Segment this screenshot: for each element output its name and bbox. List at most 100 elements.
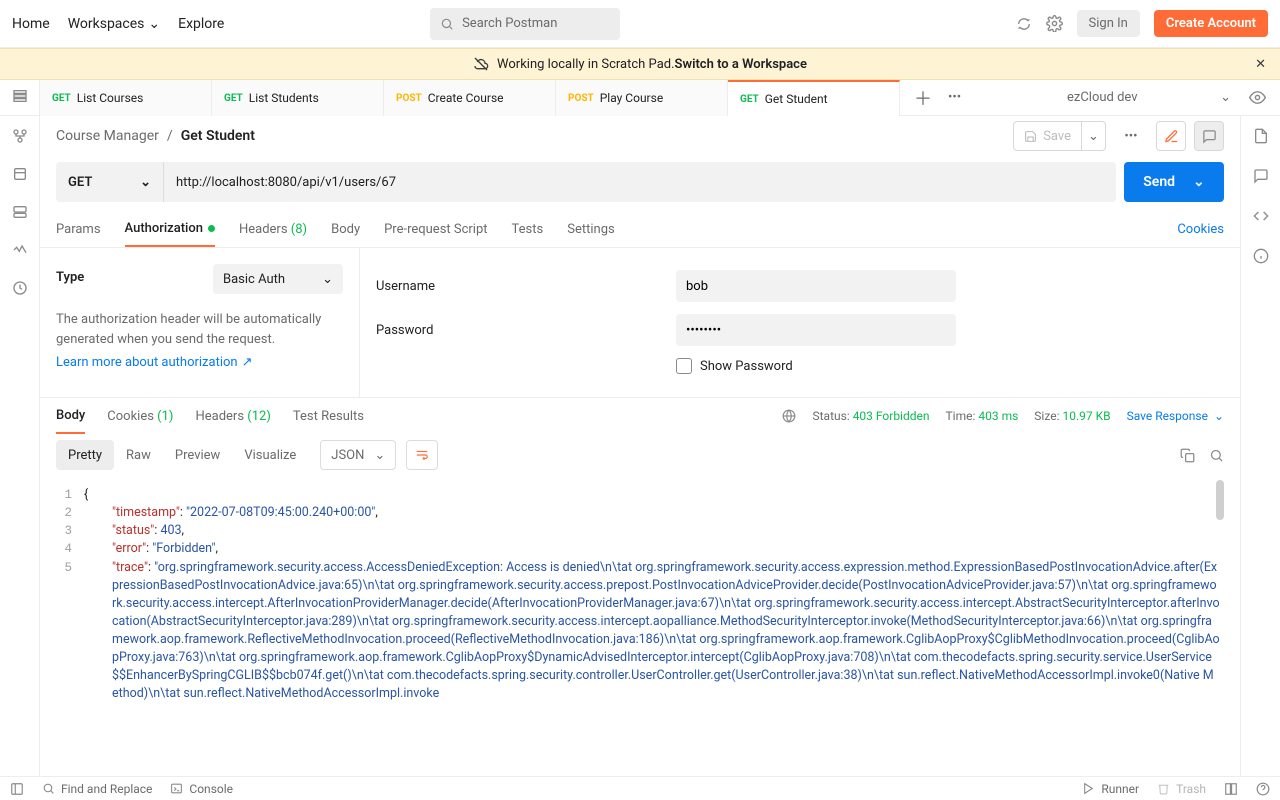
tab-request[interactable]: GETGet Student	[728, 80, 900, 116]
username-label: Username	[376, 279, 656, 294]
comments-icon[interactable]	[1253, 168, 1269, 184]
view-raw[interactable]: Raw	[114, 440, 163, 470]
collections-icon[interactable]	[0, 80, 40, 116]
auth-note: The authorization header will be automat…	[56, 294, 343, 349]
tab-request[interactable]: POSTPlay Course	[556, 80, 728, 116]
format-select[interactable]: JSON⌄	[320, 440, 396, 470]
status-dot	[208, 225, 215, 232]
url-input[interactable]: http://localhost:8080/api/v1/users/67	[164, 162, 1116, 202]
eye-icon[interactable]	[1249, 89, 1266, 106]
close-icon[interactable]: ✕	[1255, 57, 1266, 72]
chevron-down-icon: ⌄	[140, 175, 151, 190]
send-button[interactable]: Send ⌄	[1124, 162, 1224, 202]
tab-request[interactable]: GETList Courses	[40, 80, 212, 116]
tab-params[interactable]: Params	[56, 212, 101, 247]
view-visualize[interactable]: Visualize	[232, 440, 308, 470]
search-icon	[440, 17, 454, 31]
breadcrumb-collection[interactable]: Course Manager	[56, 128, 159, 144]
resp-tab-body[interactable]: Body	[56, 398, 85, 434]
wrap-lines-button[interactable]	[406, 440, 438, 470]
method-badge: POST	[396, 93, 422, 104]
nav-home[interactable]: Home	[12, 16, 50, 32]
tab-request[interactable]: GETList Students	[212, 80, 384, 116]
console-button[interactable]: Console	[170, 782, 233, 796]
documentation-icon[interactable]	[1253, 128, 1269, 144]
response-body-viewer[interactable]: 1 2 3 4 5 { "timestamp": "2022-07-08T09:…	[40, 476, 1240, 776]
password-input[interactable]	[676, 314, 956, 346]
password-label: Password	[376, 323, 656, 338]
view-preview[interactable]: Preview	[163, 440, 232, 470]
monitors-icon[interactable]	[12, 242, 28, 258]
globe-icon[interactable]	[782, 409, 796, 423]
help-icon[interactable]	[1256, 782, 1270, 796]
tab-settings[interactable]: Settings	[567, 212, 614, 247]
environment-name: ezCloud dev	[1067, 90, 1138, 105]
show-password-checkbox[interactable]	[676, 358, 692, 374]
banner-text: Working locally in Scratch Pad.	[497, 57, 674, 72]
search-response-icon[interactable]	[1209, 448, 1224, 463]
method-badge: GET	[224, 93, 243, 104]
request-tabs: GETList CoursesGETList StudentsPOSTCreat…	[0, 80, 1280, 116]
save-button[interactable]: Save	[1013, 121, 1082, 151]
tab-prerequest[interactable]: Pre-request Script	[384, 212, 487, 247]
resp-tab-test-results[interactable]: Test Results	[293, 398, 364, 434]
tab-headers[interactable]: Headers (8)	[239, 212, 307, 247]
scrollbar-thumb[interactable]	[1216, 480, 1224, 520]
mock-servers-icon[interactable]	[12, 204, 28, 220]
nav-workspaces[interactable]: Workspaces⌄	[68, 16, 160, 32]
copy-icon[interactable]	[1180, 448, 1195, 463]
create-account-button[interactable]: Create Account	[1154, 10, 1268, 37]
cloud-off-icon	[473, 56, 489, 72]
auth-type-label: Type	[56, 270, 84, 285]
sign-in-button[interactable]: Sign In	[1077, 10, 1140, 37]
tab-authorization[interactable]: Authorization	[125, 212, 215, 247]
more-options-icon[interactable]: •••	[1116, 129, 1146, 144]
method-select[interactable]: GET ⌄	[56, 162, 164, 202]
trash-button[interactable]: Trash	[1157, 782, 1206, 796]
tab-request[interactable]: POSTCreate Course	[384, 80, 556, 116]
auth-type-select[interactable]: Basic Auth ⌄	[213, 264, 343, 294]
environments-icon[interactable]	[12, 166, 28, 182]
panel-toggle-icon[interactable]	[10, 782, 24, 796]
nav-explore[interactable]: Explore	[178, 16, 224, 32]
view-pretty[interactable]: Pretty	[56, 440, 114, 470]
top-nav: Home Workspaces⌄ Explore	[12, 16, 224, 32]
sync-icon[interactable]	[1016, 16, 1032, 32]
edit-icon[interactable]	[1156, 121, 1186, 151]
cookies-link[interactable]: Cookies	[1177, 222, 1224, 237]
tab-body[interactable]: Body	[331, 212, 360, 247]
resp-tab-cookies[interactable]: Cookies (1)	[107, 398, 173, 434]
url-row: GET ⌄ http://localhost:8080/api/v1/users…	[40, 156, 1240, 212]
info-icon[interactable]	[1253, 248, 1269, 264]
top-bar: Home Workspaces⌄ Explore Search Postman …	[0, 0, 1280, 48]
tab-tests[interactable]: Tests	[512, 212, 544, 247]
code-icon[interactable]	[1253, 208, 1269, 224]
resp-tab-headers[interactable]: Headers (12)	[195, 398, 270, 434]
runner-button[interactable]: Runner	[1082, 782, 1139, 796]
environment-select[interactable]: ezCloud dev ⌄	[1059, 84, 1239, 112]
username-input[interactable]	[676, 270, 956, 302]
size-label: Size:	[1034, 409, 1059, 423]
response-tabs: Body Cookies (1) Headers (12) Test Resul…	[40, 398, 1240, 434]
banner-link[interactable]: Switch to a Workspace	[675, 57, 807, 72]
tab-options-icon[interactable]: •••	[948, 90, 961, 105]
comment-icon[interactable]	[1194, 121, 1224, 151]
response-view-bar: Pretty Raw Preview Visualize JSON⌄	[40, 434, 1240, 476]
save-response-button[interactable]: Save Response ⌄	[1127, 409, 1224, 423]
apis-icon[interactable]	[12, 128, 28, 144]
gear-icon[interactable]	[1046, 15, 1063, 32]
time-label: Time:	[946, 409, 976, 423]
search-input[interactable]: Search Postman	[430, 8, 620, 40]
find-replace-button[interactable]: Find and Replace	[42, 782, 152, 796]
breadcrumb-row: Course Manager / Get Student Save ⌄ •••	[40, 116, 1240, 156]
learn-more-link[interactable]: Learn more about authorization ↗	[56, 355, 253, 370]
add-tab-icon[interactable]: ＋	[914, 85, 932, 111]
response-body-code: { "timestamp": "2022-07-08T09:45:00.240+…	[84, 476, 1224, 776]
save-dropdown[interactable]: ⌄	[1082, 121, 1106, 151]
two-pane-icon[interactable]	[1224, 782, 1238, 796]
chevron-down-icon: ⌄	[374, 448, 385, 463]
time-value: 403 ms	[978, 409, 1018, 423]
method-badge: POST	[568, 93, 594, 104]
history-icon[interactable]	[12, 280, 28, 296]
search-placeholder: Search Postman	[462, 16, 557, 31]
